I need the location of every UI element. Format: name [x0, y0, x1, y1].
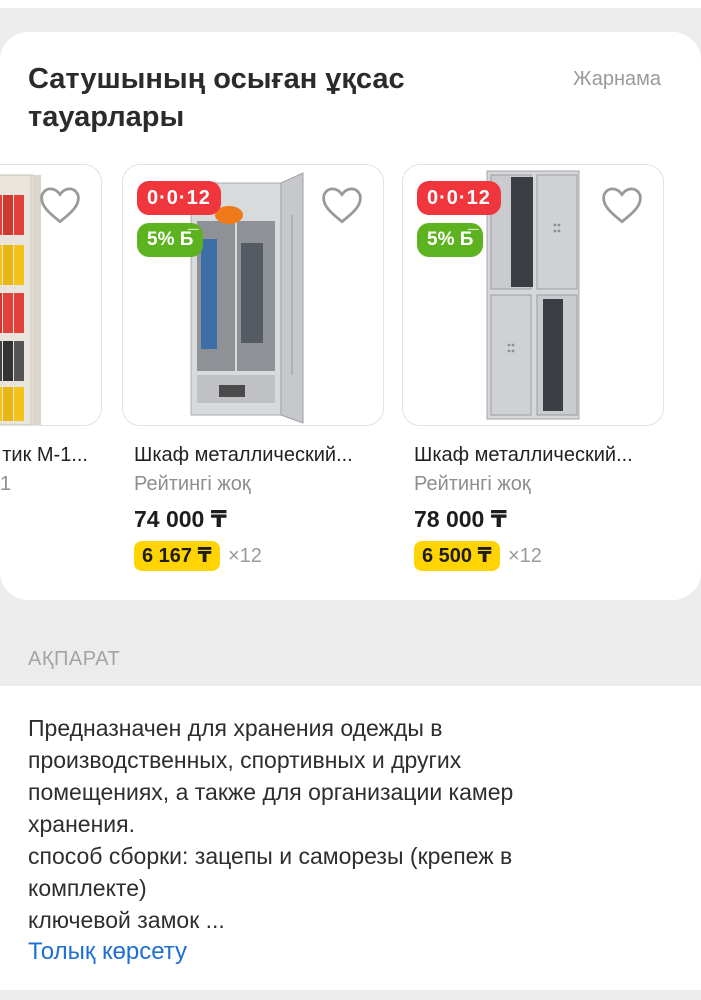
installment-badge: 0·0·12 [417, 181, 501, 215]
product-price: 78 000 ₸ [414, 506, 507, 532]
product-card[interactable]: 0·0·12 5% Б̅ Шкаф металлический... Рейти… [122, 164, 384, 574]
heart-icon[interactable] [321, 185, 363, 225]
products-carousel[interactable]: тик М-1... 1 0·0·12 5% Б̅ Шкаф металличе… [0, 164, 701, 584]
product-rating: Рейтингі жоқ [414, 473, 531, 495]
info-section-label: АҚПАРАТ [28, 648, 121, 670]
heart-icon[interactable] [601, 185, 643, 225]
installment-months: ×12 [228, 545, 262, 567]
product-name[interactable]: тик М-1... [0, 442, 88, 468]
product-card[interactable]: тик М-1... 1 [0, 164, 102, 574]
bonus-badge: 5% Б̅ [137, 223, 204, 257]
product-rating: 1 [0, 473, 12, 495]
product-name[interactable]: Шкаф металлический... [134, 442, 384, 468]
product-name[interactable]: Шкаф металлический... [414, 442, 664, 468]
product-price: 74 000 ₸ [134, 506, 227, 532]
show-more-link[interactable]: Толық көрсету [28, 938, 187, 966]
section-title: Сатушының осыған ұқсас тауарлары [28, 63, 405, 133]
product-image-frame[interactable] [0, 164, 102, 426]
product-rating: Рейтингі жоқ [134, 473, 251, 495]
product-card[interactable]: 0·0·12 5% Б̅ Шкаф металлический... Рейти… [402, 164, 664, 574]
product-image-frame[interactable]: 0·0·12 5% Б̅ [402, 164, 664, 426]
heart-icon[interactable] [39, 185, 81, 225]
installment-months: ×12 [508, 545, 542, 567]
bonus-badge: 5% Б̅ [417, 223, 484, 257]
top-strip [0, 0, 701, 8]
product-image-frame[interactable]: 0·0·12 5% Б̅ [122, 164, 384, 426]
installment-badge: 0·0·12 [137, 181, 221, 215]
monthly-payment: 6 500 ₸ [414, 541, 500, 571]
monthly-payment: 6 167 ₸ [134, 541, 220, 571]
ad-label: Жарнама [573, 68, 661, 90]
product-description: Предназначен для хранения одежды в произ… [28, 715, 514, 933]
